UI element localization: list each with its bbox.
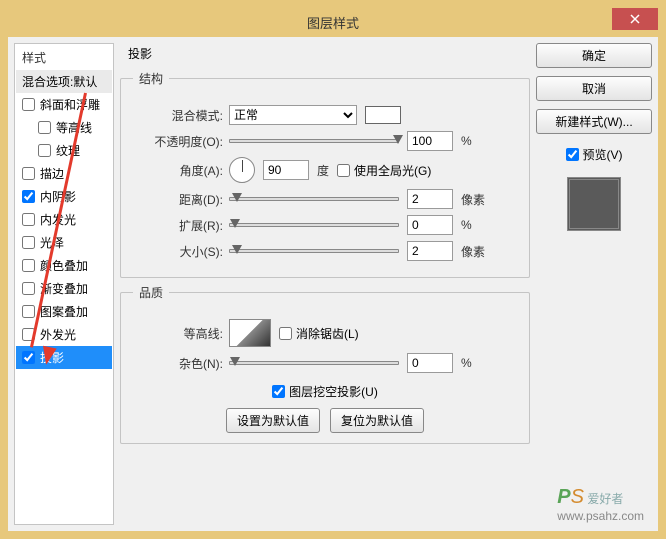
opacity-slider[interactable]	[229, 133, 399, 149]
antialias-checkbox[interactable]: 消除锯齿(L)	[279, 325, 359, 342]
main-panel: 投影 结构 混合模式: 正常 不透明度(O):	[120, 43, 530, 525]
sidebar-item-checkbox[interactable]	[22, 259, 35, 272]
structure-legend: 结构	[133, 70, 169, 87]
contour-picker[interactable]	[229, 319, 271, 347]
size-label: 大小(S):	[133, 243, 223, 260]
preview-swatch	[567, 177, 621, 231]
angle-dial[interactable]	[229, 157, 255, 183]
shadow-color-swatch[interactable]	[365, 106, 401, 124]
sidebar-item-label: 斜面和浮雕	[40, 96, 100, 113]
opacity-input[interactable]	[407, 131, 453, 151]
watermark: PS 爱好者 www.psahz.com	[557, 486, 644, 523]
sidebar-item-checkbox[interactable]	[22, 236, 35, 249]
distance-unit: 像素	[461, 191, 485, 208]
sidebar-item-checkbox[interactable]	[22, 213, 35, 226]
global-light-input[interactable]	[337, 164, 350, 177]
new-style-button[interactable]: 新建样式(W)...	[536, 109, 652, 134]
sidebar-item[interactable]: 渐变叠加	[16, 277, 112, 300]
sidebar-item[interactable]: 颜色叠加	[16, 254, 112, 277]
cancel-button[interactable]: 取消	[536, 76, 652, 101]
antialias-input[interactable]	[279, 327, 292, 340]
angle-input[interactable]	[263, 160, 309, 180]
sidebar-item-label: 内阴影	[40, 188, 76, 205]
quality-legend: 品质	[133, 284, 169, 301]
window-title: 图层样式	[307, 13, 359, 32]
dialog-window: 图层样式 样式 混合选项:默认 斜面和浮雕等高线纹理描边内阴影内发光光泽颜色叠加…	[0, 0, 666, 539]
spread-label: 扩展(R):	[133, 217, 223, 234]
noise-slider[interactable]	[229, 355, 399, 371]
sidebar-item-checkbox[interactable]	[38, 144, 51, 157]
sidebar-item-label: 光泽	[40, 234, 64, 251]
preview-input[interactable]	[566, 148, 579, 161]
sidebar-item[interactable]: 描边	[16, 162, 112, 185]
sidebar-item-checkbox[interactable]	[22, 351, 35, 364]
sidebar-item-label: 渐变叠加	[40, 280, 88, 297]
sidebar-item-label: 描边	[40, 165, 64, 182]
noise-input[interactable]	[407, 353, 453, 373]
sidebar-item[interactable]: 外发光	[16, 323, 112, 346]
noise-unit: %	[461, 356, 472, 370]
sidebar-item-checkbox[interactable]	[22, 190, 35, 203]
knockout-input[interactable]	[272, 385, 285, 398]
sidebar-item[interactable]: 图案叠加	[16, 300, 112, 323]
close-button[interactable]	[612, 8, 658, 30]
angle-unit: 度	[317, 162, 329, 179]
size-input[interactable]	[407, 241, 453, 261]
sidebar-item-label: 纹理	[56, 142, 80, 159]
distance-input[interactable]	[407, 189, 453, 209]
sidebar-item-checkbox[interactable]	[22, 328, 35, 341]
noise-label: 杂色(N):	[133, 355, 223, 372]
sidebar-item[interactable]: 斜面和浮雕	[16, 93, 112, 116]
close-icon	[630, 14, 640, 24]
sidebar-item[interactable]: 光泽	[16, 231, 112, 254]
size-slider[interactable]	[229, 243, 399, 259]
spread-unit: %	[461, 218, 472, 232]
sidebar-item-label: 等高线	[56, 119, 92, 136]
sidebar-item-checkbox[interactable]	[22, 282, 35, 295]
sidebar-item-label: 外发光	[40, 326, 76, 343]
sidebar-item[interactable]: 内发光	[16, 208, 112, 231]
sidebar-item-checkbox[interactable]	[22, 305, 35, 318]
blend-mode-select[interactable]: 正常	[229, 105, 357, 125]
preview-checkbox[interactable]: 预览(V)	[566, 146, 623, 163]
sidebar-item-label: 内发光	[40, 211, 76, 228]
sidebar-header: 样式	[16, 45, 112, 70]
titlebar: 图层样式	[8, 8, 658, 37]
quality-group: 品质 等高线: 消除锯齿(L) 杂色(N):	[120, 284, 530, 444]
knockout-checkbox[interactable]: 图层挖空投影(U)	[272, 383, 378, 400]
sidebar-item[interactable]: 内阴影	[16, 185, 112, 208]
styles-sidebar: 样式 混合选项:默认 斜面和浮雕等高线纹理描边内阴影内发光光泽颜色叠加渐变叠加图…	[14, 43, 114, 525]
contour-label: 等高线:	[133, 325, 223, 342]
sidebar-item-checkbox[interactable]	[22, 167, 35, 180]
sidebar-item-checkbox[interactable]	[38, 121, 51, 134]
sidebar-item[interactable]: 等高线	[16, 116, 112, 139]
distance-label: 距离(D):	[133, 191, 223, 208]
size-unit: 像素	[461, 243, 485, 260]
sidebar-blending-options[interactable]: 混合选项:默认	[16, 70, 112, 93]
sidebar-item-checkbox[interactable]	[22, 98, 35, 111]
dialog-content: 样式 混合选项:默认 斜面和浮雕等高线纹理描边内阴影内发光光泽颜色叠加渐变叠加图…	[8, 37, 658, 531]
distance-slider[interactable]	[229, 191, 399, 207]
reset-default-button[interactable]: 复位为默认值	[330, 408, 424, 433]
opacity-label: 不透明度(O):	[133, 133, 223, 150]
spread-slider[interactable]	[229, 217, 399, 233]
structure-group: 结构 混合模式: 正常 不透明度(O): %	[120, 70, 530, 278]
angle-label: 角度(A):	[133, 162, 223, 179]
main-heading: 投影	[120, 43, 530, 64]
blend-mode-label: 混合模式:	[133, 107, 223, 124]
spread-input[interactable]	[407, 215, 453, 235]
sidebar-item-label: 颜色叠加	[40, 257, 88, 274]
sidebar-item-label: 投影	[40, 349, 64, 366]
sidebar-item-label: 图案叠加	[40, 303, 88, 320]
sidebar-item[interactable]: 投影	[16, 346, 112, 369]
sidebar-item[interactable]: 纹理	[16, 139, 112, 162]
opacity-unit: %	[461, 134, 472, 148]
right-column: 确定 取消 新建样式(W)... 预览(V)	[536, 43, 652, 525]
ok-button[interactable]: 确定	[536, 43, 652, 68]
make-default-button[interactable]: 设置为默认值	[226, 408, 320, 433]
global-light-checkbox[interactable]: 使用全局光(G)	[337, 162, 431, 179]
